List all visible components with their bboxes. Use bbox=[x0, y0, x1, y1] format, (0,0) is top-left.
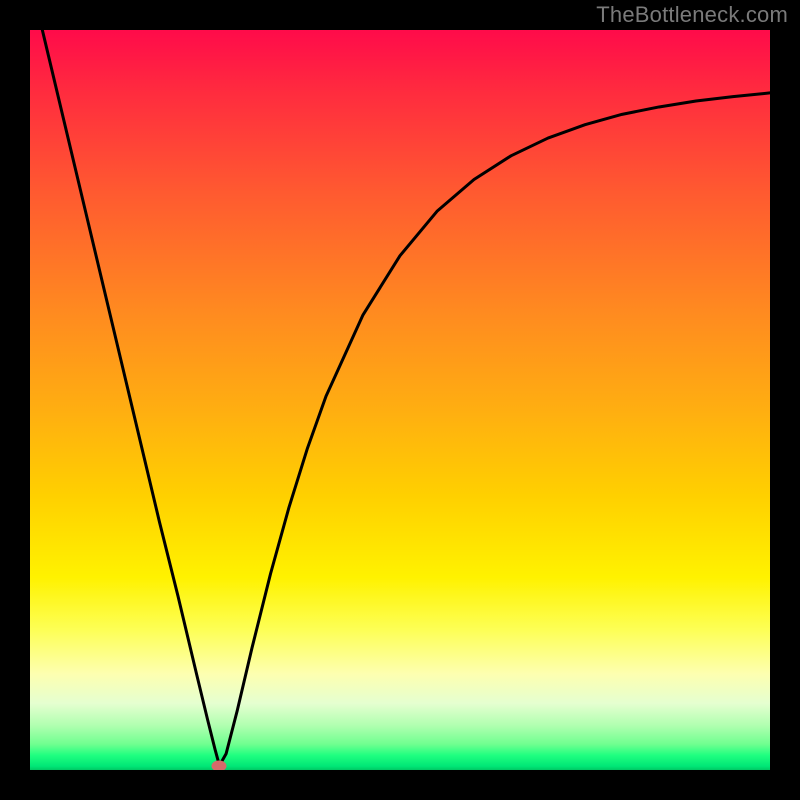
chart-frame: TheBottleneck.com bbox=[0, 0, 800, 800]
bottleneck-curve-path bbox=[30, 30, 770, 766]
watermark-text: TheBottleneck.com bbox=[596, 2, 788, 28]
plot-area bbox=[30, 30, 770, 770]
minimum-marker bbox=[212, 760, 227, 770]
curve-svg bbox=[30, 30, 770, 770]
